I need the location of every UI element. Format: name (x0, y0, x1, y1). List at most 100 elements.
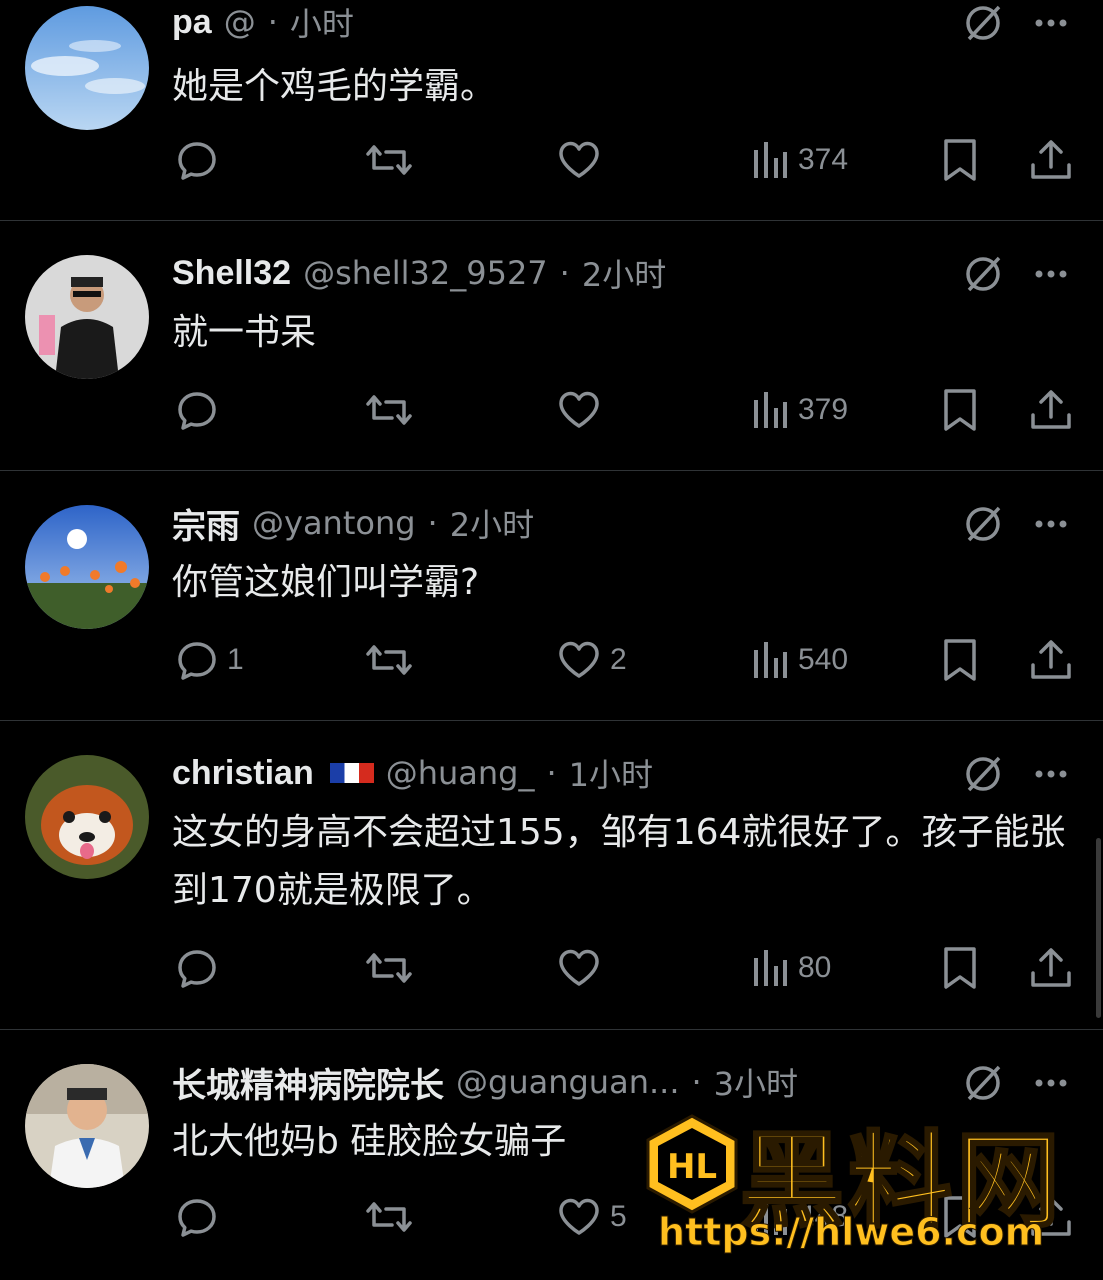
views-button[interactable]: 80 (750, 942, 831, 994)
avatar[interactable] (25, 755, 149, 879)
separator: · (267, 3, 278, 41)
france-flag-icon (329, 763, 374, 783)
post-text: 这女的身高不会超过155，邹有164就很好了。孩子能张到170就是极限了。 (172, 812, 1066, 911)
like-count: 5 (610, 1200, 627, 1233)
repost-button[interactable] (364, 942, 422, 994)
heart-icon (556, 388, 602, 432)
repost-button[interactable] (364, 134, 422, 186)
views-chart-icon (750, 638, 790, 682)
display-name[interactable]: 长城精神病院院长 (172, 1058, 444, 1107)
more-options-icon[interactable] (1029, 752, 1073, 796)
bookmark-icon (940, 137, 980, 183)
display-name[interactable]: Shell32 (172, 254, 291, 293)
like-button[interactable] (556, 942, 610, 994)
more-options-icon[interactable] (1029, 1, 1073, 45)
repost-button[interactable] (364, 384, 422, 436)
reply-button[interactable] (175, 942, 227, 994)
timestamp[interactable]: 2小时 (450, 500, 534, 546)
separator: · (427, 504, 438, 542)
display-name[interactable]: 宗雨 (172, 499, 240, 548)
separator: · (691, 1063, 702, 1101)
views-chart-icon (750, 388, 790, 432)
views-count: 80 (798, 951, 832, 984)
repost-button[interactable] (364, 1191, 422, 1243)
like-button[interactable] (556, 384, 610, 436)
handle[interactable]: @huang_ (386, 754, 535, 792)
reply-post[interactable]: pa @ · 小时 她是个鸡毛的学霸。 374 (0, 0, 1103, 221)
reply-icon (175, 638, 219, 682)
post-text: 就一书呆 (172, 312, 317, 353)
display-name[interactable]: christian (172, 754, 314, 793)
watermark-logo-text: HL (667, 1147, 717, 1187)
views-button[interactable]: 540 (750, 634, 848, 686)
repost-button[interactable] (364, 634, 422, 686)
handle[interactable]: @yantong (252, 504, 416, 542)
reply-button[interactable] (175, 1191, 227, 1243)
watermark-logo: HL (640, 1112, 744, 1216)
action-bar: 379 (0, 384, 1103, 436)
views-count: 540 (798, 643, 849, 676)
views-count: 374 (798, 143, 849, 176)
views-chart-icon (750, 138, 790, 182)
watermark: HL 黑料网 https://hlwe6.com (640, 1112, 1090, 1262)
timestamp[interactable]: 小时 (290, 0, 354, 45)
like-button[interactable]: 5 (556, 1191, 627, 1243)
more-options-icon[interactable] (1029, 502, 1073, 546)
reply-button[interactable] (175, 384, 227, 436)
reply-post[interactable]: 宗雨 @yantong · 2小时 你管这娘们叫学霸? 1 2 540 (0, 471, 1103, 721)
display-name[interactable]: pa (172, 3, 212, 42)
like-count: 2 (610, 643, 627, 676)
heart-icon (556, 638, 602, 682)
reply-count: 1 (227, 643, 244, 676)
post-text: 你管这娘们叫学霸? (172, 562, 480, 603)
avatar[interactable] (25, 505, 149, 629)
repost-icon (364, 638, 414, 682)
views-button[interactable]: 374 (750, 134, 848, 186)
timestamp[interactable]: 1小时 (569, 750, 653, 796)
avatar[interactable] (25, 6, 149, 130)
action-bar: 374 (0, 134, 1103, 186)
share-icon (1028, 637, 1074, 683)
bookmark-button[interactable] (940, 134, 980, 186)
bookmark-button[interactable] (940, 384, 980, 436)
bookmark-button[interactable] (940, 634, 980, 686)
share-button[interactable] (1028, 634, 1074, 686)
avatar[interactable] (25, 255, 149, 379)
handle[interactable]: @ (224, 3, 256, 41)
repost-icon (364, 1195, 414, 1239)
separator: · (559, 254, 570, 292)
bookmark-button[interactable] (940, 942, 980, 994)
share-button[interactable] (1028, 134, 1074, 186)
reply-button[interactable] (175, 134, 227, 186)
reply-icon (175, 388, 219, 432)
handle[interactable]: @shell32_9527 (303, 254, 548, 292)
grok-icon[interactable] (961, 502, 1005, 546)
reply-icon (175, 1195, 219, 1239)
handle[interactable]: @guanguan... (456, 1063, 679, 1101)
reply-button[interactable]: 1 (175, 634, 244, 686)
grok-icon[interactable] (961, 252, 1005, 296)
post-text: 她是个鸡毛的学霸。 (172, 66, 497, 107)
repost-icon (364, 388, 414, 432)
heart-icon (556, 138, 602, 182)
timestamp[interactable]: 2小时 (582, 250, 666, 296)
reply-icon (175, 946, 219, 990)
reply-post[interactable]: christian @huang_ · 1小时 这女的身高不会超过155，邹有1… (0, 721, 1103, 1030)
grok-icon[interactable] (961, 752, 1005, 796)
share-icon (1028, 137, 1074, 183)
share-button[interactable] (1028, 384, 1074, 436)
heart-icon (556, 946, 602, 990)
avatar[interactable] (25, 1064, 149, 1188)
repost-icon (364, 946, 414, 990)
views-button[interactable]: 379 (750, 384, 848, 436)
reply-post[interactable]: Shell32 @shell32_9527 · 2小时 就一书呆 379 (0, 221, 1103, 471)
like-button[interactable]: 2 (556, 634, 627, 686)
scrollbar[interactable] (1096, 838, 1101, 1018)
like-button[interactable] (556, 134, 610, 186)
share-icon (1028, 945, 1074, 991)
share-button[interactable] (1028, 942, 1074, 994)
grok-icon[interactable] (961, 1, 1005, 45)
reply-icon (175, 138, 219, 182)
more-options-icon[interactable] (1029, 252, 1073, 296)
bookmark-icon (940, 945, 980, 991)
